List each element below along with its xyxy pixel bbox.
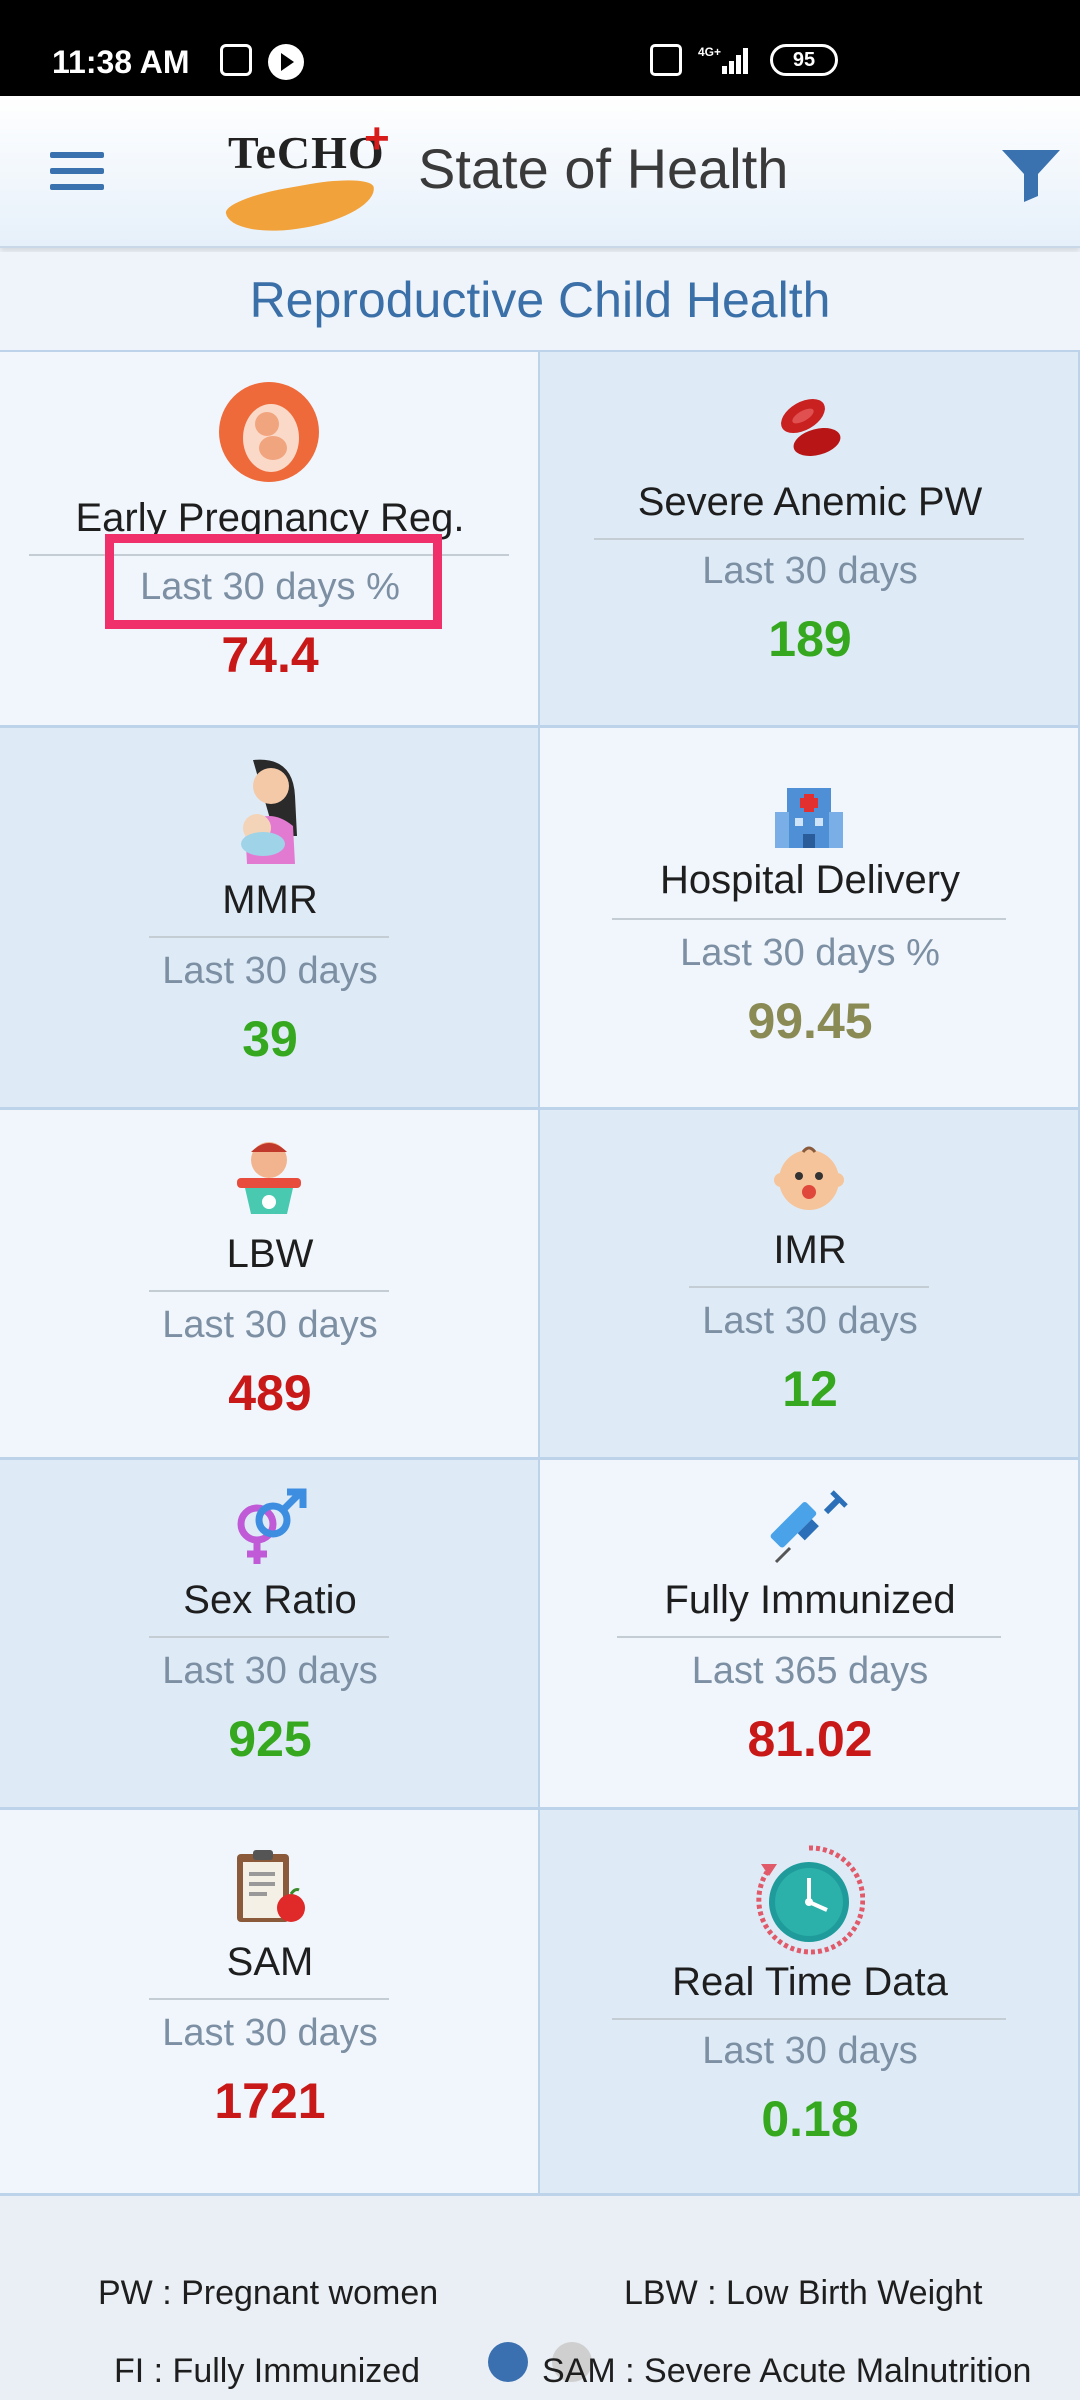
baby-scale-icon — [231, 1138, 307, 1218]
tile-divider — [594, 538, 1024, 540]
battery-icon: 95 — [770, 44, 838, 76]
hamburger-menu-icon[interactable] — [50, 152, 104, 190]
tile-label: Fully Immunized — [664, 1578, 956, 1622]
tile-label: Hospital Delivery — [659, 858, 961, 902]
tile-divider — [149, 1636, 389, 1638]
tile-mmr[interactable]: MMR Last 30 days 39 — [0, 728, 540, 1110]
tile-period: Last 30 days % — [680, 932, 940, 974]
mother-baby-icon — [223, 756, 315, 866]
tile-sex-ratio[interactable]: Sex Ratio Last 30 days 925 — [0, 1460, 540, 1810]
tile-divider — [612, 918, 1006, 920]
tile-label: Sex Ratio — [183, 1578, 357, 1622]
tile-value: 81.02 — [747, 1711, 873, 1767]
tile-label: MMR — [222, 878, 318, 922]
tile-divider — [617, 1636, 1001, 1638]
hospital-icon — [773, 778, 845, 850]
filter-icon[interactable] — [1000, 146, 1062, 202]
legend-pw: PW : Pregnant women — [98, 2274, 439, 2312]
tile-label: SAM — [226, 1940, 314, 1984]
play-notification-icon — [268, 44, 304, 80]
tile-divider — [149, 1998, 389, 2000]
clipboard-apple-icon — [229, 1846, 309, 1926]
techo-logo: TeCHO + — [223, 114, 394, 241]
tile-imr[interactable]: IMR Last 30 days 12 — [540, 1110, 1080, 1460]
volte-icon — [650, 44, 682, 76]
tile-value: 39 — [242, 1011, 298, 1067]
tile-label: LBW — [226, 1232, 314, 1276]
tile-period: Last 30 days — [162, 1650, 378, 1692]
red-blood-cells-icon — [769, 392, 849, 464]
clock-refresh-icon — [753, 1844, 866, 1956]
legend-footer: PW : Pregnant women LBW : Low Birth Weig… — [0, 2196, 1080, 2400]
tile-value: 489 — [228, 1365, 312, 1421]
section-title: Reproductive Child Health — [0, 252, 1080, 352]
page-title: State of Health — [418, 137, 789, 200]
tile-real-time-data[interactable]: Real Time Data Last 30 days 0.18 — [540, 1810, 1080, 2196]
tile-divider — [612, 2018, 1006, 2020]
tile-early-pregnancy-reg[interactable]: Early Pregnancy Reg. Last 30 days % 74.4 — [0, 352, 540, 728]
status-time: 11:38 AM — [52, 44, 190, 80]
highlight-box — [105, 534, 442, 629]
tile-divider — [149, 936, 389, 938]
tile-period: Last 30 days — [702, 1300, 918, 1342]
hand-logo-icon — [223, 173, 379, 241]
tile-severe-anemic-pw[interactable]: Severe Anemic PW Last 30 days 189 — [540, 352, 1080, 728]
tile-period: Last 30 days — [702, 2030, 918, 2072]
tile-label: Real Time Data — [672, 1960, 948, 2004]
network-type-label: 4G+ — [698, 45, 721, 59]
tile-value: 0.18 — [761, 2091, 859, 2147]
tile-sam[interactable]: SAM Last 30 days 1721 — [0, 1810, 540, 2196]
tile-value: 189 — [768, 611, 852, 667]
tile-value: 925 — [228, 1711, 312, 1767]
tile-period: Last 30 days — [162, 2012, 378, 2054]
tile-period: Last 365 days — [691, 1650, 929, 1692]
tile-lbw[interactable]: LBW Last 30 days 489 — [0, 1110, 540, 1460]
logo-text: TeCHO — [228, 127, 385, 178]
notification-grid-icon — [220, 44, 252, 76]
tile-label: Severe Anemic PW — [637, 480, 983, 524]
tile-period: Last 30 days — [162, 1304, 378, 1346]
tile-value: 99.45 — [747, 993, 873, 1049]
legend-sam: SAM : Severe Acute Malnutrition — [542, 2352, 1032, 2390]
fetus-icon — [217, 380, 321, 484]
tile-divider — [149, 1290, 389, 1292]
tile-value: 1721 — [214, 2073, 326, 2129]
status-bar: 11:38 AM 4G+ 95 — [0, 0, 1080, 96]
tile-label: IMR — [773, 1228, 847, 1272]
baby-face-icon — [773, 1142, 845, 1214]
legend-lbw: LBW : Low Birth Weight — [624, 2274, 983, 2312]
tile-hospital-delivery[interactable]: Hospital Delivery Last 30 days % 99.45 — [540, 728, 1080, 1110]
signal-strength-icon: 4G+ — [696, 44, 752, 76]
tile-fully-immunized[interactable]: Fully Immunized Last 365 days 81.02 — [540, 1460, 1080, 1810]
tile-divider — [689, 1286, 929, 1288]
gender-symbol-icon — [229, 1488, 309, 1568]
app-header: TeCHO + State of Health — [0, 96, 1080, 248]
tile-period: Last 30 days — [702, 550, 918, 592]
legend-fi: FI : Fully Immunized — [114, 2352, 421, 2390]
logo-plus: + — [364, 114, 390, 163]
pager-dot-active[interactable] — [488, 2342, 528, 2382]
tile-period: Last 30 days — [162, 950, 378, 992]
syringe-icon — [770, 1490, 848, 1568]
tile-value: 74.4 — [221, 627, 319, 683]
tile-value: 12 — [782, 1361, 838, 1417]
